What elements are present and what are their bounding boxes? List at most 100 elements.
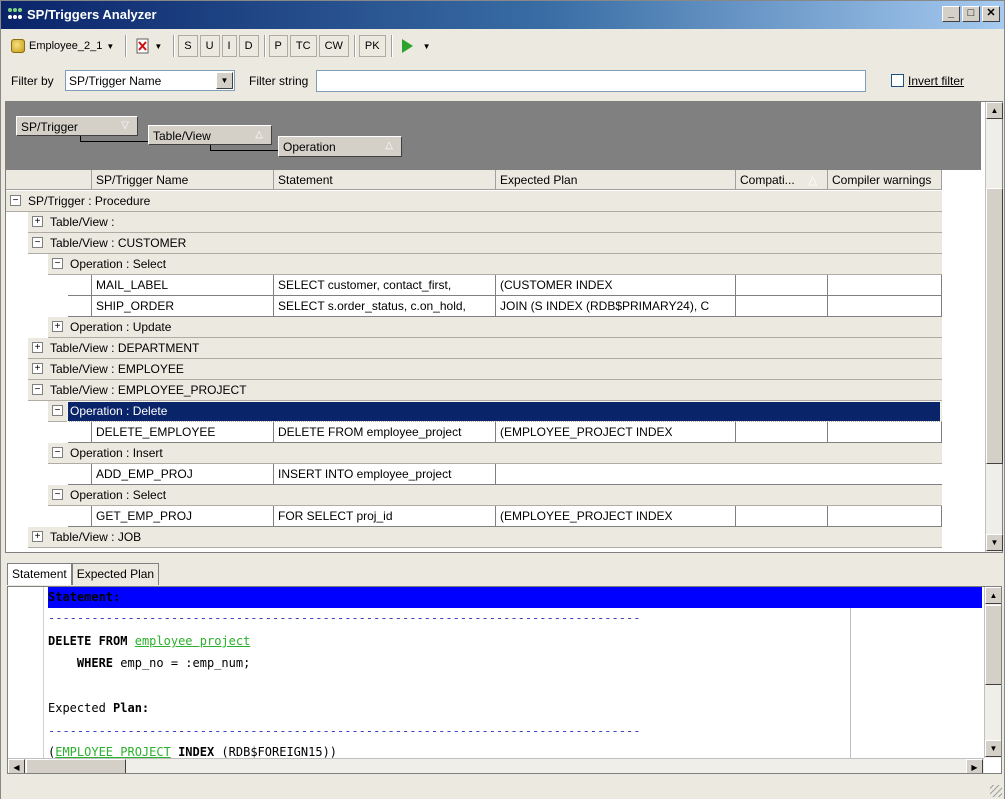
- filter-delete-button[interactable]: D: [238, 35, 259, 57]
- cell-statement[interactable]: SELECT s.order_status, c.on_hold,: [274, 296, 496, 317]
- cell-name[interactable]: SHIP_ORDER: [92, 296, 274, 317]
- cell-statement[interactable]: DELETE FROM employee_project: [274, 422, 496, 443]
- minimize-button[interactable]: _: [942, 6, 960, 22]
- close-button[interactable]: ✕: [982, 6, 1000, 22]
- editor-horizontal-scrollbar[interactable]: ◀ ▶: [8, 758, 984, 773]
- scroll-up-icon[interactable]: ▲: [986, 102, 1003, 119]
- identifier-link[interactable]: EMPLOYEE PROJECT: [55, 745, 171, 759]
- group-table-view[interactable]: Table/View △: [148, 125, 272, 145]
- filter-string-input[interactable]: [316, 70, 866, 92]
- group-row-table-view[interactable]: + Table/View :: [28, 212, 942, 233]
- cell-plan[interactable]: (EMPLOYEE_PROJECT INDEX: [496, 506, 736, 527]
- collapse-icon[interactable]: −: [52, 489, 63, 500]
- group-row-operation[interactable]: − Operation : Insert: [48, 443, 942, 464]
- cell-plan[interactable]: JOIN (S INDEX (RDB$PRIMARY24), C: [496, 296, 736, 317]
- connection-dropdown[interactable]: Employee_2_1 ▼: [5, 35, 121, 57]
- invert-filter-label[interactable]: Invert filter: [908, 74, 964, 88]
- clear-button[interactable]: ▼: [130, 35, 169, 57]
- scroll-thumb[interactable]: [26, 759, 126, 773]
- tab-expected-plan[interactable]: Expected Plan: [71, 563, 160, 585]
- status-bar: [1, 777, 1004, 799]
- table-row[interactable]: ADD_EMP_PROJ INSERT INTO employee_projec…: [68, 464, 942, 485]
- grid-vertical-scrollbar[interactable]: ▲ ▼: [985, 102, 1003, 552]
- collapse-icon[interactable]: −: [52, 447, 63, 458]
- scroll-down-icon[interactable]: ▼: [985, 740, 1001, 757]
- table-row[interactable]: SHIP_ORDER SELECT s.order_status, c.on_h…: [68, 296, 942, 317]
- cell-statement[interactable]: FOR SELECT proj_id: [274, 506, 496, 527]
- cell-plan[interactable]: [496, 464, 942, 485]
- cell-compat[interactable]: [736, 422, 828, 443]
- cell-statement[interactable]: INSERT INTO employee_project: [274, 464, 496, 485]
- header-statement[interactable]: Statement: [274, 170, 496, 190]
- expand-icon[interactable]: +: [32, 342, 43, 353]
- cell-name[interactable]: DELETE_EMPLOYEE: [92, 422, 274, 443]
- scroll-thumb[interactable]: [986, 188, 1003, 464]
- header-compiler-warnings[interactable]: Compiler warnings: [828, 170, 942, 190]
- cell-plan[interactable]: (EMPLOYEE_PROJECT INDEX: [496, 422, 736, 443]
- cell-warnings[interactable]: [828, 275, 942, 296]
- cell-name[interactable]: MAIL_LABEL: [92, 275, 274, 296]
- collapse-icon[interactable]: −: [32, 384, 43, 395]
- resize-grip-icon[interactable]: [990, 785, 1002, 797]
- editor-vertical-scrollbar[interactable]: ▲ ▼: [984, 587, 1001, 758]
- table-row[interactable]: DELETE_EMPLOYEE DELETE FROM employee_pro…: [68, 422, 942, 443]
- collapse-icon[interactable]: −: [32, 237, 43, 248]
- group-operation[interactable]: Operation △: [278, 136, 402, 157]
- group-row-table-view[interactable]: − Table/View : EMPLOYEE_PROJECT: [28, 380, 942, 401]
- scroll-left-icon[interactable]: ◀: [8, 759, 25, 773]
- filter-select-button[interactable]: S: [178, 35, 198, 57]
- filter-insert-button[interactable]: I: [221, 35, 237, 57]
- cell-compat[interactable]: [736, 296, 828, 317]
- tab-statement[interactable]: Statement: [7, 563, 72, 585]
- scroll-up-icon[interactable]: ▲: [985, 587, 1001, 604]
- filter-p-button[interactable]: P: [268, 35, 288, 57]
- collapse-icon[interactable]: −: [52, 405, 63, 416]
- cell-name[interactable]: ADD_EMP_PROJ: [92, 464, 274, 485]
- cell-statement[interactable]: SELECT customer, contact_first,: [274, 275, 496, 296]
- group-row-operation[interactable]: − Operation : Select: [48, 485, 942, 506]
- header-sp-trigger-name[interactable]: SP/Trigger Name: [92, 170, 274, 190]
- group-row-operation[interactable]: + Operation : Update: [48, 317, 942, 338]
- group-row-table-view[interactable]: + Table/View : JOB: [28, 527, 942, 548]
- filter-by-select[interactable]: SP/Trigger Name ▼: [65, 70, 235, 91]
- group-row-table-view[interactable]: + Table/View : EMPLOYEE: [28, 359, 942, 380]
- app-icon: [8, 8, 22, 19]
- cell-plan[interactable]: (CUSTOMER INDEX: [496, 275, 736, 296]
- filter-pk-button[interactable]: PK: [358, 35, 386, 57]
- table-row[interactable]: MAIL_LABEL SELECT customer, contact_firs…: [68, 275, 942, 296]
- filter-cw-button[interactable]: CW: [318, 35, 349, 57]
- filter-tc-button[interactable]: TC: [289, 35, 317, 57]
- expand-icon[interactable]: +: [32, 363, 43, 374]
- cell-warnings[interactable]: [828, 506, 942, 527]
- run-button[interactable]: ▼: [395, 35, 437, 57]
- group-sp-trigger[interactable]: SP/Trigger ▽: [16, 116, 138, 136]
- group-row-table-view[interactable]: − Table/View : CUSTOMER: [28, 233, 942, 254]
- group-row-operation-selected[interactable]: − Operation : Delete: [48, 401, 942, 422]
- cell-warnings[interactable]: [828, 422, 942, 443]
- scroll-down-icon[interactable]: ▼: [986, 534, 1003, 551]
- expand-icon[interactable]: +: [32, 531, 43, 542]
- header-compatibility[interactable]: Compati... △: [736, 170, 828, 190]
- cell-compat[interactable]: [736, 506, 828, 527]
- scroll-thumb[interactable]: [985, 605, 1001, 685]
- cell-name[interactable]: GET_EMP_PROJ: [92, 506, 274, 527]
- collapse-icon[interactable]: −: [10, 195, 21, 206]
- collapse-icon[interactable]: −: [52, 258, 63, 269]
- filter-update-button[interactable]: U: [199, 35, 220, 57]
- group-row-operation[interactable]: − Operation : Select: [48, 254, 942, 275]
- statement-editor[interactable]: Statement: -----------------------------…: [7, 586, 1002, 774]
- expand-icon[interactable]: +: [52, 321, 63, 332]
- cell-warnings[interactable]: [828, 296, 942, 317]
- cell-compat[interactable]: [736, 275, 828, 296]
- identifier-link[interactable]: employee project: [135, 634, 251, 648]
- scroll-right-icon[interactable]: ▶: [966, 759, 983, 773]
- group-row-table-view[interactable]: + Table/View : DEPARTMENT: [28, 338, 942, 359]
- expand-icon[interactable]: +: [32, 216, 43, 227]
- maximize-button[interactable]: □: [962, 6, 980, 22]
- group-row-root[interactable]: − SP/Trigger : Procedure: [6, 191, 942, 212]
- chevron-down-icon[interactable]: ▼: [216, 72, 233, 89]
- code-area[interactable]: Statement: -----------------------------…: [48, 587, 982, 766]
- invert-filter-checkbox[interactable]: [891, 74, 904, 87]
- table-row[interactable]: GET_EMP_PROJ FOR SELECT proj_id (EMPLOYE…: [68, 506, 942, 527]
- header-expected-plan[interactable]: Expected Plan: [496, 170, 736, 190]
